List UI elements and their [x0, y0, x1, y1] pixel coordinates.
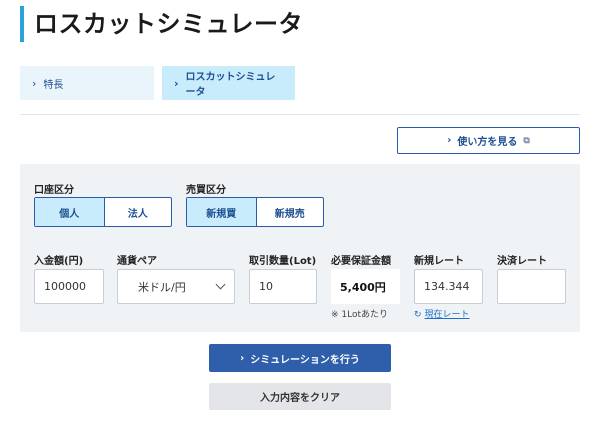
deposit-input[interactable]: 100000 [34, 269, 104, 304]
quantity-input[interactable]: 10 [249, 269, 317, 304]
tab-bar: › 特長 › ロスカットシミュレータ [20, 66, 295, 100]
account-type-toggle: 個人 法人 [34, 197, 172, 227]
simulate-button[interactable]: › シミュレーションを行う [209, 344, 391, 372]
trade-type-label: 売買区分 [186, 185, 226, 196]
tab-losscut-simulator[interactable]: › ロスカットシミュレータ [162, 66, 295, 100]
settle-rate-input[interactable] [497, 269, 566, 304]
new-rate-input[interactable]: 134.344 [414, 269, 483, 304]
current-rate-link[interactable]: ↻ 現在レート [414, 307, 470, 320]
margin-note: ※ 1Lotあたり [331, 310, 389, 320]
chevron-right-icon: › [447, 135, 452, 146]
margin-label: 必要保証金額 [331, 256, 391, 267]
tab-label: ロスカットシミュレータ [185, 72, 276, 98]
trade-type-sell[interactable]: 新規売 [255, 198, 324, 226]
quantity-label: 取引数量(Lot) [249, 256, 317, 267]
chevron-down-icon [215, 279, 226, 290]
page-title: ロスカットシミュレータ [20, 6, 303, 42]
account-type-individual[interactable]: 個人 [35, 198, 104, 226]
tab-features[interactable]: › 特長 [20, 66, 154, 100]
tab-label: 特長 [43, 79, 64, 91]
current-rate-label: 現在レート [424, 310, 470, 320]
new-rate-label: 新規レート [414, 256, 464, 267]
trade-type-toggle: 新規買 新規売 [186, 197, 324, 227]
how-to-use-label: 使い方を見る [457, 137, 518, 148]
chevron-right-icon: › [32, 76, 37, 90]
simulation-form-panel [20, 164, 580, 332]
margin-value: 5,400円 [331, 269, 400, 304]
account-type-label: 口座区分 [34, 185, 74, 196]
how-to-use-button[interactable]: › 使い方を見る ⧉ [397, 127, 580, 154]
settle-rate-label: 決済レート [497, 256, 547, 267]
chevron-right-icon: › [174, 76, 179, 90]
chevron-right-icon: › [240, 352, 245, 364]
external-window-icon: ⧉ [523, 135, 530, 146]
deposit-label: 入金額(円) [34, 256, 84, 267]
trade-type-buy[interactable]: 新規買 [187, 198, 256, 226]
currency-pair-value: 米ドル/円 [138, 280, 186, 294]
currency-pair-label: 通貨ペア [117, 256, 157, 267]
currency-pair-select[interactable]: 米ドル/円 [117, 269, 235, 304]
simulate-label: シミュレーションを行う [250, 354, 360, 366]
clear-button[interactable]: 入力内容をクリア [209, 383, 391, 410]
refresh-icon: ↻ [414, 310, 422, 320]
divider [20, 114, 580, 115]
account-type-corporate[interactable]: 法人 [103, 198, 172, 226]
